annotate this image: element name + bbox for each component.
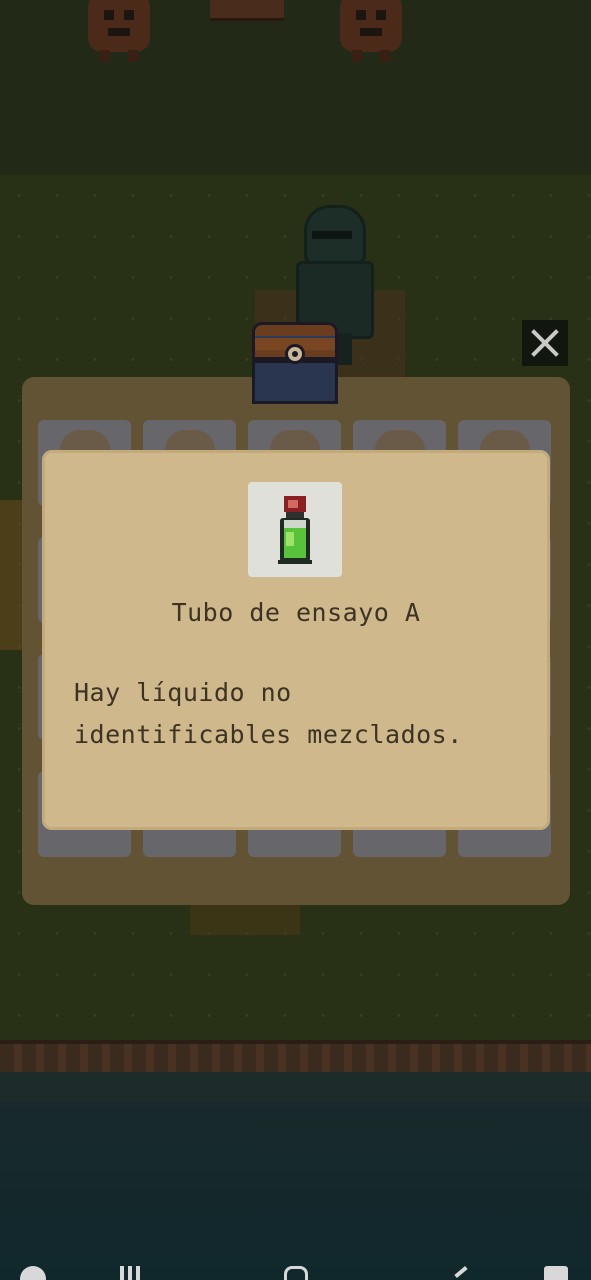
pumpkin-eye	[124, 10, 134, 20]
home-icon[interactable]	[284, 1266, 308, 1280]
recent-apps-icon-bar	[128, 1266, 132, 1280]
pumpkin-eye	[356, 10, 366, 20]
wooden-fence	[0, 1040, 591, 1076]
pumpkin-mouth	[360, 28, 382, 36]
item-description-line: identificables mezclados.	[74, 720, 463, 749]
item-description-line: Hay líquido no	[74, 678, 292, 707]
system-navigation-bar	[0, 1262, 591, 1280]
test-tube-icon	[278, 496, 312, 564]
accessibility-icon[interactable]	[20, 1266, 46, 1280]
item-name: Tubo de ensayo A	[171, 598, 421, 627]
treasure-chest-icon	[252, 322, 338, 404]
pumpkin-leg	[128, 50, 138, 62]
chest-lock	[285, 344, 305, 364]
chest-base	[252, 360, 338, 404]
crate	[210, 0, 284, 21]
pumpkin-leg	[380, 50, 390, 62]
keyboard-icon[interactable]	[544, 1266, 568, 1280]
pumpkin-leg	[352, 50, 362, 62]
pumpkin-mouth	[108, 28, 130, 36]
pumpkin-leg	[100, 50, 110, 62]
game-screen: Tubo de ensayo A Hay líquido no identifi…	[0, 0, 591, 1280]
dirt-patch-bottom	[190, 900, 300, 935]
pumpkin-creature[interactable]	[88, 0, 150, 62]
pumpkin-eye	[376, 10, 386, 20]
shore	[0, 1072, 591, 1102]
item-icon-frame	[248, 482, 342, 577]
water	[0, 1102, 591, 1280]
item-description: Hay líquido no identificables mezclados.	[74, 672, 524, 756]
recent-apps-icon-bar	[136, 1266, 140, 1280]
knight-visor	[312, 231, 352, 239]
close-button[interactable]	[522, 320, 568, 366]
item-detail-card[interactable]: Tubo de ensayo A Hay líquido no identifi…	[42, 450, 550, 830]
recent-apps-icon[interactable]	[120, 1266, 124, 1280]
back-icon[interactable]	[454, 1265, 468, 1279]
close-icon	[531, 329, 559, 357]
pumpkin-eye	[104, 10, 114, 20]
pumpkin-creature[interactable]	[340, 0, 402, 62]
